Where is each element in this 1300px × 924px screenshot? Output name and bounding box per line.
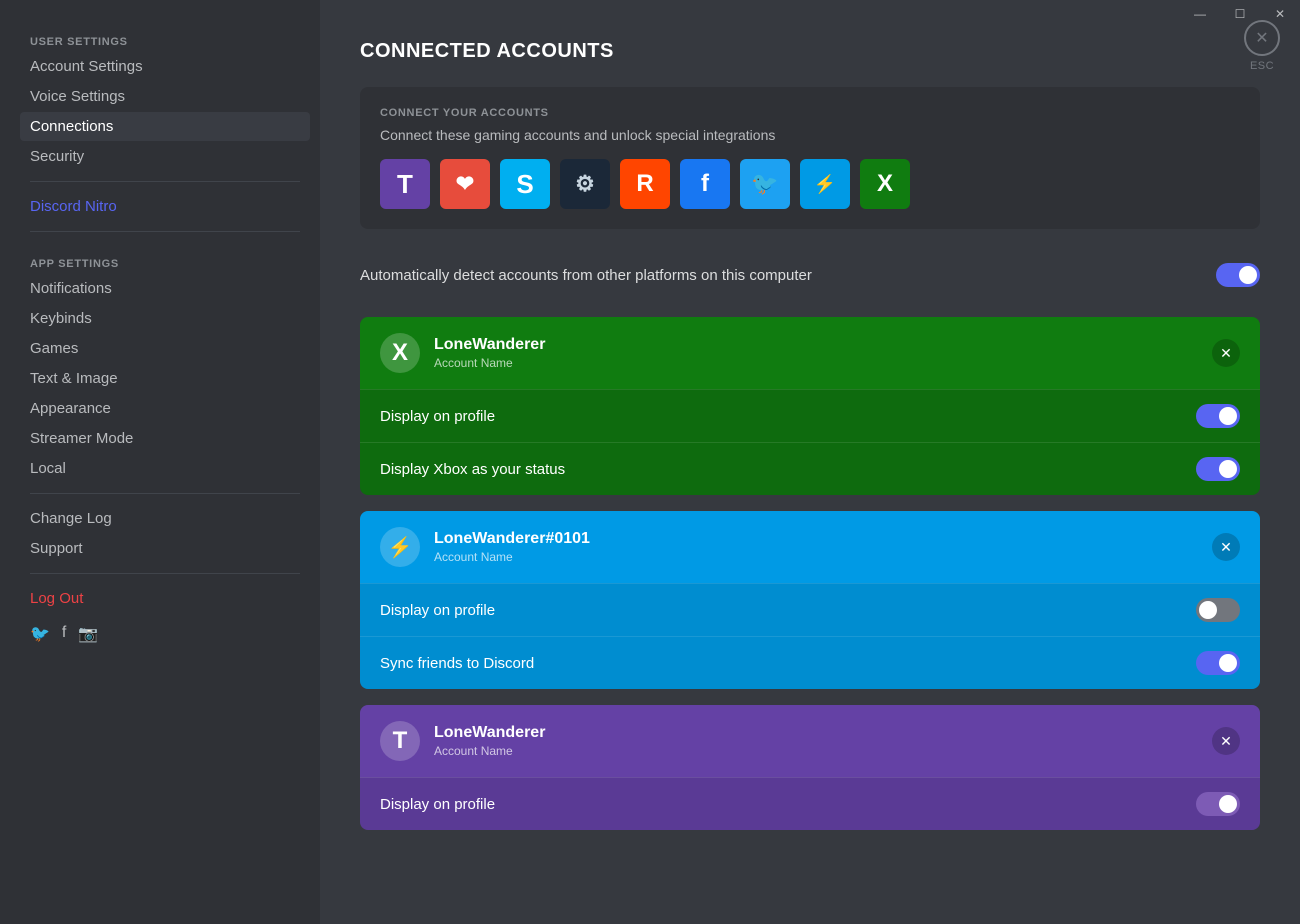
user-settings-label: USER SETTINGS [20,20,310,52]
auto-detect-toggle[interactable] [1216,263,1260,287]
sidebar-item-connections[interactable]: Connections [20,112,310,141]
sidebar-item-account-settings[interactable]: Account Settings [20,52,310,81]
battlenet-account-label: Account Name [434,550,590,564]
battlenet-account-details: LoneWanderer#0101 Account Name [434,530,590,564]
twitch-display-profile-toggle[interactable] [1196,792,1240,816]
connect-accounts-desc: Connect these gaming accounts and unlock… [380,127,1240,143]
platform-twitter[interactable]: 🐦 [740,159,790,209]
xbox-account-label: Account Name [434,356,545,370]
connect-accounts-label: CONNECT YOUR ACCOUNTS [380,107,1240,119]
sidebar-item-notifications[interactable]: Notifications [20,274,310,303]
sidebar: USER SETTINGS Account Settings Voice Set… [0,0,320,924]
divider-2 [30,231,300,232]
minimize-button[interactable]: — [1180,0,1220,28]
divider-4 [30,573,300,574]
sidebar-item-change-log[interactable]: Change Log [20,504,310,533]
app-settings-label: APP SETTINGS [20,242,310,274]
esc-label: ESC [1250,60,1274,72]
twitch-icon: T [380,721,420,761]
twitch-account-details: LoneWanderer Account Name [434,724,545,758]
twitch-account-info: T LoneWanderer Account Name [380,721,545,761]
sidebar-item-voice-settings[interactable]: Voice Settings [20,82,310,111]
auto-detect-toggle-thumb [1239,266,1257,284]
xbox-account-info: X LoneWanderer Account Name [380,333,545,373]
xbox-display-profile-toggle[interactable] [1196,404,1240,428]
platform-twitch[interactable]: T [380,159,430,209]
xbox-status-label: Display Xbox as your status [380,461,565,478]
close-overlay[interactable]: ✕ ESC [1244,20,1280,72]
battlenet-sync-toggle[interactable] [1196,651,1240,675]
platform-xbox[interactable]: X [860,159,910,209]
sidebar-item-text-image[interactable]: Text & Image [20,364,310,393]
xbox-icon: X [380,333,420,373]
xbox-display-profile-row: Display on profile [360,389,1260,442]
platform-steam[interactable]: ⚙ [560,159,610,209]
twitch-username: LoneWanderer [434,724,545,742]
xbox-status-row: Display Xbox as your status [360,442,1260,495]
facebook-social-icon[interactable]: f [62,624,66,644]
twitter-social-icon[interactable]: 🐦 [30,624,50,644]
window-controls: — ☐ ✕ [1180,0,1300,28]
battlenet-account-header: ⚡ LoneWanderer#0101 Account Name ✕ [360,511,1260,583]
platform-facebook[interactable]: f [680,159,730,209]
battlenet-display-profile-toggle[interactable] [1196,598,1240,622]
sidebar-item-security[interactable]: Security [20,142,310,171]
battlenet-icon: ⚡ [380,527,420,567]
twitch-account-header: T LoneWanderer Account Name ✕ [360,705,1260,777]
battlenet-sync-row: Sync friends to Discord [360,636,1260,689]
sidebar-item-streamer-mode[interactable]: Streamer Mode [20,424,310,453]
connect-accounts-box: CONNECT YOUR ACCOUNTS Connect these gami… [360,87,1260,229]
instagram-social-icon[interactable]: 📷 [78,624,98,644]
battlenet-sync-label: Sync friends to Discord [380,655,534,672]
main-content: — ☐ ✕ ✕ ESC CONNECTED ACCOUNTS CONNECT Y… [320,0,1300,924]
twitch-display-profile-label: Display on profile [380,796,495,813]
xbox-display-profile-label: Display on profile [380,408,495,425]
battlenet-account-info: ⚡ LoneWanderer#0101 Account Name [380,527,590,567]
platform-amazon[interactable]: ❤ [440,159,490,209]
xbox-account-header: X LoneWanderer Account Name ✕ [360,317,1260,389]
twitch-account-label: Account Name [434,744,545,758]
auto-detect-row: Automatically detect accounts from other… [360,249,1260,301]
platform-skype[interactable]: S [500,159,550,209]
sidebar-item-games[interactable]: Games [20,334,310,363]
social-links: 🐦 f 📷 [20,614,310,654]
sidebar-item-keybinds[interactable]: Keybinds [20,304,310,333]
xbox-account-details: LoneWanderer Account Name [434,336,545,370]
sidebar-item-logout[interactable]: Log Out [20,584,310,613]
sidebar-item-discord-nitro[interactable]: Discord Nitro [20,192,310,221]
auto-detect-label: Automatically detect accounts from other… [360,267,812,284]
close-circle-icon[interactable]: ✕ [1244,20,1280,56]
twitch-display-profile-row: Display on profile [360,777,1260,830]
xbox-account-card: X LoneWanderer Account Name ✕ Display on… [360,317,1260,495]
sidebar-item-appearance[interactable]: Appearance [20,394,310,423]
xbox-remove-button[interactable]: ✕ [1212,339,1240,367]
divider-1 [30,181,300,182]
sidebar-item-local[interactable]: Local [20,454,310,483]
page-title: CONNECTED ACCOUNTS [360,40,1260,63]
xbox-status-toggle[interactable] [1196,457,1240,481]
twitch-account-card: T LoneWanderer Account Name ✕ Display on… [360,705,1260,830]
twitch-remove-button[interactable]: ✕ [1212,727,1240,755]
platform-reddit[interactable]: R [620,159,670,209]
battlenet-remove-button[interactable]: ✕ [1212,533,1240,561]
platform-battlenet[interactable]: ⚡ [800,159,850,209]
xbox-username: LoneWanderer [434,336,545,354]
battlenet-display-profile-row: Display on profile [360,583,1260,636]
battlenet-account-card: ⚡ LoneWanderer#0101 Account Name ✕ Displ… [360,511,1260,689]
divider-3 [30,493,300,494]
sidebar-item-support[interactable]: Support [20,534,310,563]
platform-icons-list: T ❤ S ⚙ R f 🐦 ⚡ X [380,159,1240,209]
battlenet-display-profile-label: Display on profile [380,602,495,619]
battlenet-username: LoneWanderer#0101 [434,530,590,548]
